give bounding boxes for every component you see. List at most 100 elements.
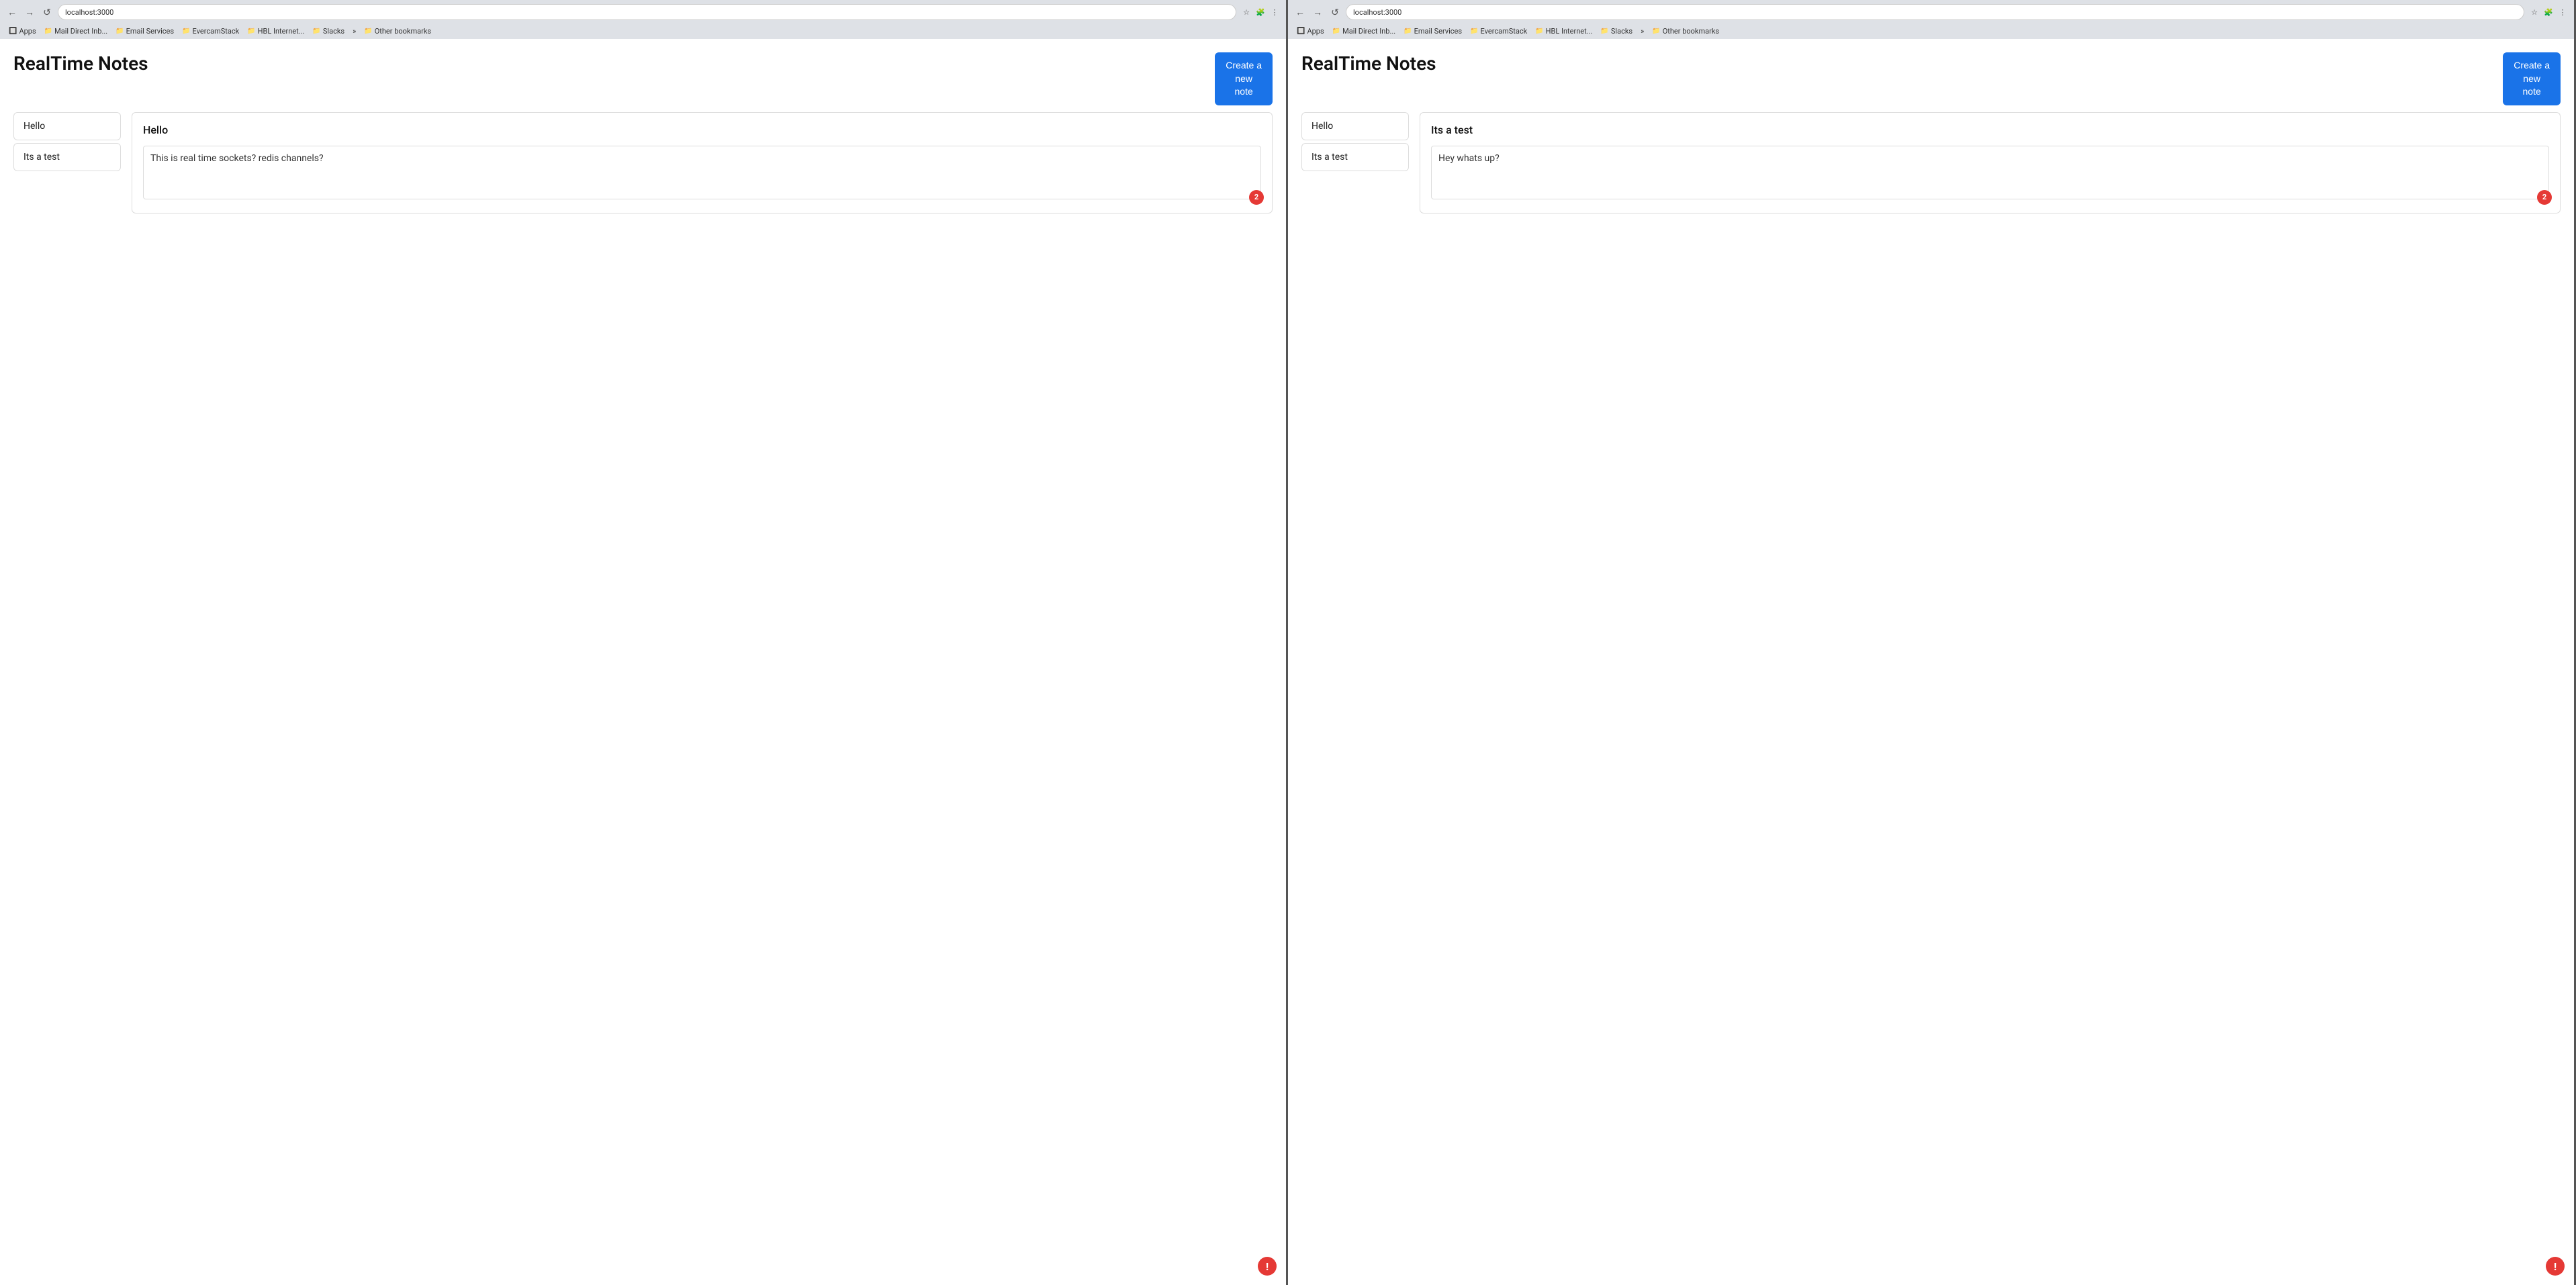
bookmark-evercam-label-left: EvercamStack [193, 27, 240, 36]
other-icon-right: 📁 [1652, 28, 1660, 35]
note-editor-left: Hello This is <span class="underlined">r… [132, 112, 1273, 213]
window-content-left: RealTime Notes Create a new note Hello I… [0, 39, 1286, 1285]
hbl-icon-right: 📁 [1535, 28, 1543, 35]
bookmark-other-left[interactable]: 📁 Other bookmarks [361, 26, 434, 36]
error-icon-left[interactable]: ! [1258, 1257, 1277, 1276]
mail-icon-left: 📁 [44, 28, 52, 35]
bookmark-email-left[interactable]: 📁 Email Services [112, 26, 177, 36]
address-text-left: localhost:3000 [65, 8, 1229, 17]
slacks-icon-left: 📁 [312, 28, 320, 35]
bookmark-slacks-right[interactable]: 📁 Slacks [1597, 26, 1636, 36]
app-header-right: RealTime Notes Create a new note [1288, 39, 2574, 112]
bookmark-evercam-left[interactable]: 📁 EvercamStack [179, 26, 242, 36]
bookmark-hbl-label-right: HBL Internet... [1546, 27, 1593, 36]
extensions-left[interactable]: 🧩 [1254, 6, 1267, 18]
notes-area-right: Hello Its a test Its a test 2 [1288, 112, 2574, 227]
error-icon-right[interactable]: ! [2546, 1257, 2565, 1276]
forward-button-left[interactable]: → [23, 5, 36, 19]
user-count-badge-right: 2 [2537, 190, 2552, 205]
browser-window-left: ← → ↺ localhost:3000 ☆ 🧩 ⋮ 🔲 Apps 📁 Mail… [0, 0, 1288, 1285]
bookmark-hbl-left[interactable]: 📁 HBL Internet... [244, 26, 308, 36]
bookmark-other-right[interactable]: 📁 Other bookmarks [1649, 26, 1722, 36]
reload-button-left[interactable]: ↺ [40, 5, 54, 19]
address-bar-right[interactable]: localhost:3000 [1346, 4, 2524, 20]
bookmark-mail-label-left: Mail Direct Inb... [54, 27, 107, 36]
email-icon-right: 📁 [1404, 28, 1412, 35]
apps-icon-left: 🔲 [9, 28, 17, 35]
bookmark-star-left[interactable]: ☆ [1240, 6, 1252, 18]
menu-left[interactable]: ⋮ [1269, 6, 1281, 18]
evercam-icon-left: 📁 [182, 28, 190, 35]
bookmark-mail-right[interactable]: 📁 Mail Direct Inb... [1329, 26, 1399, 36]
bookmark-email-label-left: Email Services [126, 27, 174, 36]
bookmark-slacks-label-left: Slacks [323, 27, 344, 36]
browser-chrome-left: ← → ↺ localhost:3000 ☆ 🧩 ⋮ 🔲 Apps 📁 Mail… [0, 0, 1286, 39]
bookmark-more-right[interactable]: » [1637, 26, 1647, 36]
user-count-badge-left: 2 [1249, 190, 1264, 205]
bookmark-apps-label-left: Apps [19, 27, 36, 36]
bookmark-email-right[interactable]: 📁 Email Services [1400, 26, 1465, 36]
bookmark-mail-left[interactable]: 📁 Mail Direct Inb... [41, 26, 111, 36]
create-note-button-right[interactable]: Create a new note [2503, 52, 2561, 105]
note-list-left: Hello Its a test [13, 112, 121, 213]
bookmark-slacks-left[interactable]: 📁 Slacks [309, 26, 348, 36]
note-item-test-left[interactable]: Its a test [13, 143, 121, 171]
note-editor-title-left: Hello [143, 124, 1261, 136]
bookmark-more-label-right: » [1641, 27, 1644, 36]
extensions-right[interactable]: 🧩 [2542, 6, 2555, 18]
notes-area-left: Hello Its a test Hello This is <span cla… [0, 112, 1286, 227]
app-title-right: RealTime Notes [1301, 52, 1436, 75]
bookmark-apps-left[interactable]: 🔲 Apps [5, 26, 40, 36]
note-item-hello-right[interactable]: Hello [1301, 112, 1409, 140]
back-button-left[interactable]: ← [5, 5, 19, 19]
bookmark-email-label-right: Email Services [1414, 27, 1462, 36]
bookmark-apps-label-right: Apps [1307, 27, 1324, 36]
app-title-left: RealTime Notes [13, 52, 148, 75]
app-header-left: RealTime Notes Create a new note [0, 39, 1286, 112]
top-bar-left: ← → ↺ localhost:3000 ☆ 🧩 ⋮ [5, 4, 1281, 20]
bookmark-more-left[interactable]: » [349, 26, 359, 36]
note-editor-textarea-left[interactable]: This is <span class="underlined">real ti… [143, 146, 1261, 199]
window-content-right: RealTime Notes Create a new note Hello I… [1288, 39, 2574, 1285]
bookmark-mail-label-right: Mail Direct Inb... [1342, 27, 1395, 36]
address-text-right: localhost:3000 [1353, 8, 2517, 17]
bookmark-evercam-label-right: EvercamStack [1481, 27, 1528, 36]
bookmark-bar-right: 🔲 Apps 📁 Mail Direct Inb... 📁 Email Serv… [1293, 24, 2569, 39]
forward-button-right[interactable]: → [1311, 5, 1324, 19]
evercam-icon-right: 📁 [1470, 28, 1478, 35]
bookmark-slacks-label-right: Slacks [1611, 27, 1632, 36]
note-list-right: Hello Its a test [1301, 112, 1409, 213]
reload-button-right[interactable]: ↺ [1328, 5, 1342, 19]
bookmark-apps-right[interactable]: 🔲 Apps [1293, 26, 1328, 36]
app-content-right: RealTime Notes Create a new note Hello I… [1288, 39, 2574, 1285]
bookmark-evercam-right[interactable]: 📁 EvercamStack [1467, 26, 1530, 36]
browser-actions-right: ☆ 🧩 ⋮ [2528, 6, 2569, 18]
bookmark-hbl-right[interactable]: 📁 HBL Internet... [1532, 26, 1596, 36]
bookmark-bar-left: 🔲 Apps 📁 Mail Direct Inb... 📁 Email Serv… [5, 24, 1281, 39]
other-icon-left: 📁 [364, 28, 372, 35]
menu-right[interactable]: ⋮ [2557, 6, 2569, 18]
bookmark-star-right[interactable]: ☆ [2528, 6, 2540, 18]
browser-window-right: ← → ↺ localhost:3000 ☆ 🧩 ⋮ 🔲 Apps 📁 Mail… [1288, 0, 2576, 1285]
browser-chrome-right: ← → ↺ localhost:3000 ☆ 🧩 ⋮ 🔲 Apps 📁 Mail… [1288, 0, 2574, 39]
bookmark-hbl-label-left: HBL Internet... [258, 27, 305, 36]
bookmark-more-label-left: » [353, 27, 356, 36]
top-bar-right: ← → ↺ localhost:3000 ☆ 🧩 ⋮ [1293, 4, 2569, 20]
app-content-left: RealTime Notes Create a new note Hello I… [0, 39, 1286, 1285]
apps-icon-right: 🔲 [1297, 28, 1305, 35]
browser-actions-left: ☆ 🧩 ⋮ [1240, 6, 1281, 18]
note-editor-title-right: Its a test [1431, 124, 2549, 136]
note-editor-textarea-right[interactable] [1431, 146, 2549, 199]
slacks-icon-right: 📁 [1600, 28, 1608, 35]
create-note-button-left[interactable]: Create a new note [1215, 52, 1273, 105]
bookmark-other-label-right: Other bookmarks [1663, 27, 1719, 36]
address-bar-left[interactable]: localhost:3000 [58, 4, 1236, 20]
bookmark-other-label-left: Other bookmarks [375, 27, 431, 36]
email-icon-left: 📁 [116, 28, 124, 35]
note-editor-right: Its a test 2 [1420, 112, 2561, 213]
mail-icon-right: 📁 [1332, 28, 1340, 35]
hbl-icon-left: 📁 [247, 28, 255, 35]
note-item-hello-left[interactable]: Hello [13, 112, 121, 140]
note-item-test-right[interactable]: Its a test [1301, 143, 1409, 171]
back-button-right[interactable]: ← [1293, 5, 1307, 19]
